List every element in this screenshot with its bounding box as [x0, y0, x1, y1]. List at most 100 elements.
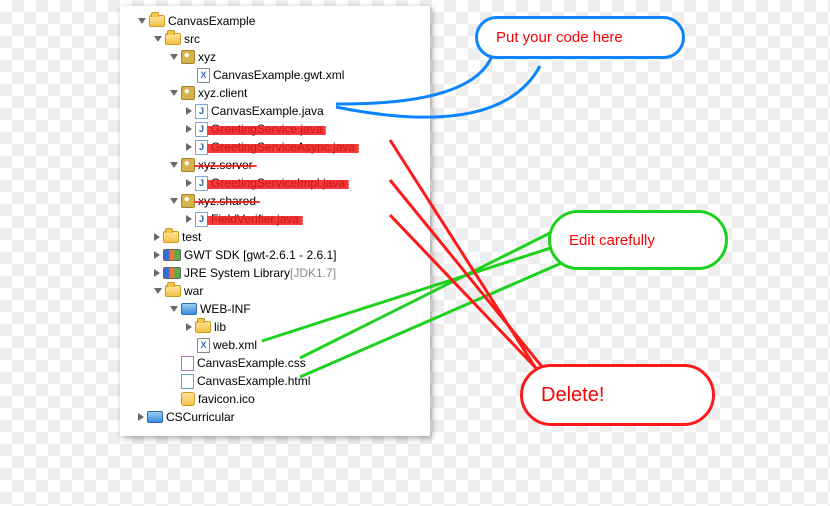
expand-arrow-icon[interactable] [154, 269, 160, 277]
callout-text: Delete! [541, 384, 604, 407]
spacer-icon [186, 71, 194, 79]
tree-item-html[interactable]: CanvasExample.html [120, 372, 430, 390]
tree-item-root[interactable]: CanvasExample [120, 12, 430, 30]
web-inf-folder-icon [181, 303, 197, 315]
tree-item-gwt-sdk[interactable]: GWT SDK [gwt-2.6.1 - 2.6.1] [120, 246, 430, 264]
tree-label-decoration: [JDK1.7] [290, 264, 336, 282]
java-file-icon [195, 104, 208, 119]
xml-file-icon [197, 68, 210, 83]
tree-item-lib[interactable]: lib [120, 318, 430, 336]
expand-arrow-icon[interactable] [186, 125, 192, 133]
tree-item-greetingserviceimpl[interactable]: GreetingServiceImpl.java [120, 174, 430, 192]
package-icon [181, 86, 195, 100]
expand-arrow-icon[interactable] [154, 288, 162, 294]
ico-file-icon [181, 392, 195, 406]
tree-item-package-xyz[interactable]: xyz [120, 48, 430, 66]
expand-arrow-icon[interactable] [154, 233, 160, 241]
tree-label: CanvasExample.gwt.xml [213, 66, 344, 84]
folder-icon [195, 321, 211, 333]
java-file-icon [195, 176, 208, 191]
tree-label: web.xml [213, 336, 257, 354]
callout-edit-carefully: Edit carefully [548, 210, 728, 270]
expand-arrow-icon[interactable] [186, 323, 192, 331]
callout-put-code: Put your code here [475, 16, 685, 59]
folder-icon [165, 285, 181, 297]
tree-label: CanvasExample [168, 12, 255, 30]
tree-item-package-xyz-shared[interactable]: xyz.shared [120, 192, 430, 210]
java-file-icon [195, 122, 208, 137]
tree-label: xyz.shared [198, 192, 256, 210]
tree-label: war [184, 282, 203, 300]
spacer-icon [170, 377, 178, 385]
tree-item-fieldverifier[interactable]: FieldVerifier.java [120, 210, 430, 228]
tree-label: xyz.server [198, 156, 253, 174]
tree-item-package-xyz-client[interactable]: xyz.client [120, 84, 430, 102]
tree-item-war[interactable]: war [120, 282, 430, 300]
html-file-icon [181, 374, 194, 389]
package-icon [181, 194, 195, 208]
expand-arrow-icon[interactable] [154, 251, 160, 259]
spacer-icon [186, 341, 194, 349]
tree-label: lib [214, 318, 226, 336]
tree-label: FieldVerifier.java [211, 210, 299, 228]
tree-item-jre[interactable]: JRE System Library [JDK1.7] [120, 264, 430, 282]
xml-file-icon [197, 338, 210, 353]
library-icon [163, 249, 181, 261]
callout-text: Edit carefully [569, 232, 655, 249]
source-folder-icon [165, 33, 181, 45]
package-icon [181, 158, 195, 172]
expand-arrow-icon[interactable] [170, 306, 178, 312]
expand-arrow-icon[interactable] [138, 18, 146, 24]
tree-label: GreetingService.java [211, 120, 322, 138]
java-file-icon [195, 212, 208, 227]
tree-label: xyz.client [198, 84, 247, 102]
expand-arrow-icon[interactable] [170, 198, 178, 204]
css-file-icon [181, 356, 194, 371]
expand-arrow-icon[interactable] [186, 143, 192, 151]
tree-label: CanvasExample.java [211, 102, 324, 120]
spacer-icon [170, 359, 178, 367]
tree-label: xyz [198, 48, 216, 66]
tree-item-package-xyz-server[interactable]: xyz.server [120, 156, 430, 174]
package-icon [181, 50, 195, 64]
tree-item-gwt-xml[interactable]: CanvasExample.gwt.xml [120, 66, 430, 84]
tree-label: GreetingServiceImpl.java [211, 174, 345, 192]
expand-arrow-icon[interactable] [138, 413, 144, 421]
project-folder-icon [149, 15, 165, 27]
tree-item-css[interactable]: CanvasExample.css [120, 354, 430, 372]
tree-item-src[interactable]: src [120, 30, 430, 48]
expand-arrow-icon[interactable] [170, 162, 178, 168]
tree-label: test [182, 228, 201, 246]
library-icon [163, 267, 181, 279]
callout-text: Put your code here [496, 29, 623, 46]
tree-item-greetingserviceasync[interactable]: GreetingServiceAsync.java [120, 138, 430, 156]
expand-arrow-icon[interactable] [170, 54, 178, 60]
tree-item-web-inf[interactable]: WEB-INF [120, 300, 430, 318]
tree-label: JRE System Library [184, 264, 290, 282]
project-folder-icon [147, 411, 163, 423]
tree-item-canvasexample-java[interactable]: CanvasExample.java [120, 102, 430, 120]
tree-label: src [184, 30, 200, 48]
expand-arrow-icon[interactable] [170, 90, 178, 96]
tree-label: WEB-INF [200, 300, 251, 318]
callout-delete: Delete! [520, 364, 715, 426]
expand-arrow-icon[interactable] [186, 107, 192, 115]
spacer-icon [170, 395, 178, 403]
source-folder-icon [163, 231, 179, 243]
tree-label: GreetingServiceAsync.java [211, 138, 355, 156]
expand-arrow-icon[interactable] [186, 179, 192, 187]
expand-arrow-icon[interactable] [186, 215, 192, 223]
project-explorer-panel: CanvasExample src xyz CanvasExample.gwt.… [120, 6, 430, 436]
tree-item-web-xml[interactable]: web.xml [120, 336, 430, 354]
tree-item-cscurricular[interactable]: CSCurricular [120, 408, 430, 426]
tree-item-favicon[interactable]: favicon.ico [120, 390, 430, 408]
tree-label: CanvasExample.html [197, 372, 310, 390]
tree-label: CanvasExample.css [197, 354, 306, 372]
java-file-icon [195, 140, 208, 155]
tree-label: favicon.ico [198, 390, 255, 408]
expand-arrow-icon[interactable] [154, 36, 162, 42]
tree-label: CSCurricular [166, 408, 235, 426]
tree-item-greetingservice[interactable]: GreetingService.java [120, 120, 430, 138]
tree-item-test[interactable]: test [120, 228, 430, 246]
tree-label: GWT SDK [gwt-2.6.1 - 2.6.1] [184, 246, 337, 264]
